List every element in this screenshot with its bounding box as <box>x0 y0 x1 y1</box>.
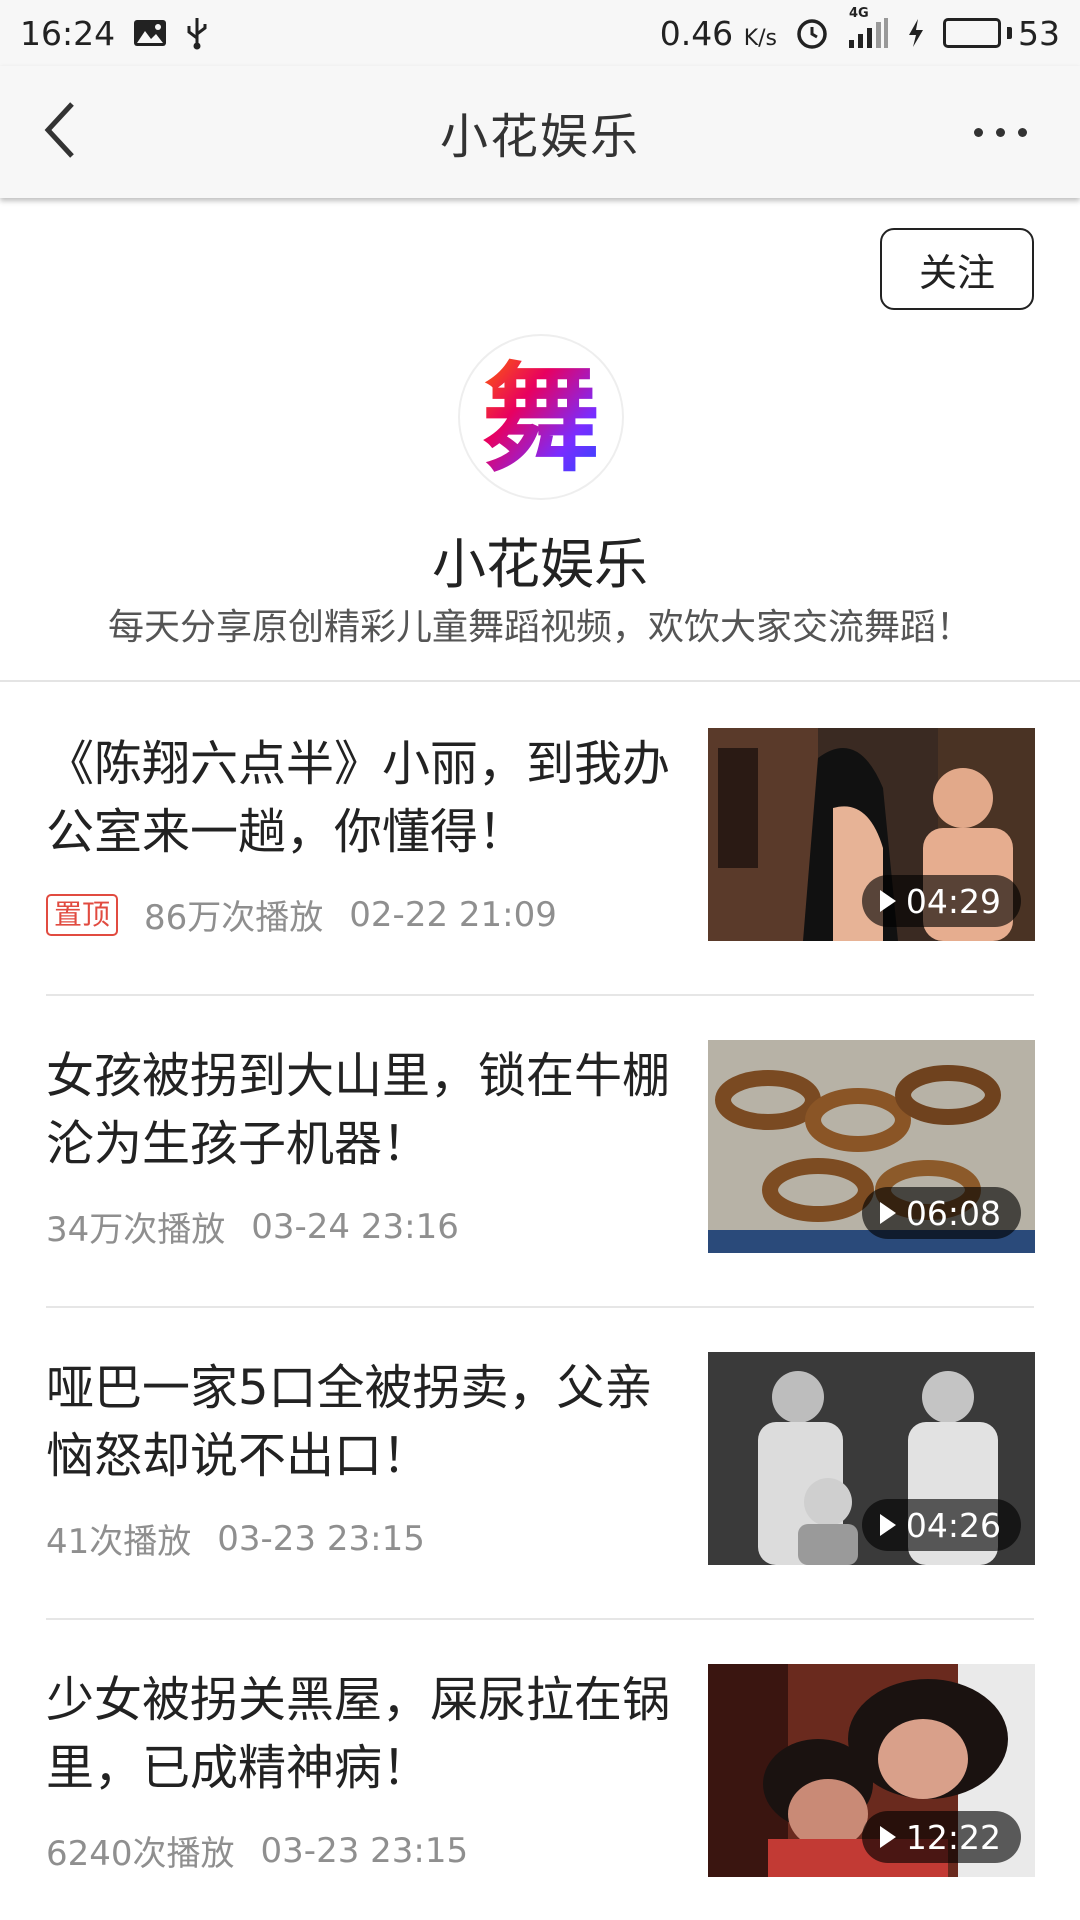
play-icon <box>879 1826 896 1848</box>
more-dots-icon <box>973 127 983 137</box>
battery-level: 53 <box>1018 13 1060 53</box>
video-thumbnail[interactable]: 12:22 <box>708 1664 1035 1877</box>
video-meta: 置顶 86万次播放 02-22 21:09 <box>46 890 557 939</box>
network-speed-unit: K/s <box>743 25 777 51</box>
video-duration: 06:08 <box>861 1187 1021 1239</box>
play-count: 6240次播放 <box>46 1834 235 1874</box>
play-count: 34万次播放 <box>46 1210 226 1250</box>
channel-name: 小花娱乐 <box>432 533 648 596</box>
video-meta: 6240次播放 03-23 23:15 <box>46 1826 468 1875</box>
image-notification-icon <box>133 19 167 47</box>
play-count: 86万次播放 <box>144 898 324 938</box>
video-thumbnail[interactable]: 04:26 <box>708 1352 1035 1565</box>
publish-date: 02-22 21:09 <box>349 894 557 935</box>
video-title[interactable]: 《陈翔六点半》小丽，到我办公室来一趟，你懂得！ <box>46 730 696 866</box>
battery-shell <box>943 18 1001 48</box>
more-dots-icon <box>1017 127 1027 137</box>
back-button[interactable] <box>40 92 120 172</box>
battery-icon: 53 <box>943 14 1060 53</box>
app-bar: 小花娱乐 <box>0 66 1080 198</box>
usb-icon <box>185 16 209 50</box>
duration-text: 04:29 <box>905 881 1001 921</box>
video-item[interactable]: 少女被拐关黑屋，屎尿拉在锅里，已成精神病！ 6240次播放 03-23 23:1… <box>0 1618 1080 1920</box>
avatar[interactable]: 舞 <box>458 334 624 500</box>
video-item[interactable]: 女孩被拐到大山里，锁在牛棚沦为生孩子机器！ 34万次播放 03-24 23:16… <box>0 994 1080 1306</box>
video-item[interactable]: 哑巴一家5口全被拐卖，父亲恼怒却说不出口！ 41次播放 03-23 23:15 … <box>0 1306 1080 1618</box>
channel-description: 每天分享原创精彩儿童舞蹈视频，欢饮大家交流舞蹈！ <box>107 607 972 648</box>
avatar-logo: 舞 <box>482 350 600 488</box>
video-meta: 41次播放 03-23 23:15 <box>46 1514 425 1563</box>
video-meta: 34万次播放 03-24 23:16 <box>46 1202 459 1251</box>
channel-profile: 关注 舞 小花娱乐 每天分享原创精彩儿童舞蹈视频，欢饮大家交流舞蹈！ <box>0 200 1080 680</box>
video-item[interactable]: 《陈翔六点半》小丽，到我办公室来一趟，你懂得！ 置顶 86万次播放 02-22 … <box>0 682 1080 994</box>
charging-icon <box>907 18 925 48</box>
network-speed: 0.46 K/s <box>660 14 777 53</box>
video-list: 《陈翔六点半》小丽，到我办公室来一趟，你懂得！ 置顶 86万次播放 02-22 … <box>0 682 1080 1920</box>
play-icon <box>879 890 896 912</box>
alarm-icon <box>795 16 829 50</box>
video-title[interactable]: 哑巴一家5口全被拐卖，父亲恼怒却说不出口！ <box>46 1354 696 1490</box>
avatar-glyph: 舞 <box>482 350 600 488</box>
status-bar: 16:24 0.46 K/s 4G 53 <box>0 0 1080 66</box>
more-button[interactable] <box>960 92 1040 172</box>
duration-text: 12:22 <box>905 1817 1001 1857</box>
video-thumbnail[interactable]: 04:29 <box>708 728 1035 941</box>
play-count: 41次播放 <box>46 1522 192 1562</box>
network-type: 4G <box>849 6 869 21</box>
video-thumbnail[interactable]: 06:08 <box>708 1040 1035 1253</box>
publish-date: 03-23 23:15 <box>217 1518 425 1559</box>
publish-date: 03-23 23:15 <box>260 1830 469 1871</box>
play-icon <box>879 1514 896 1536</box>
duration-text: 04:26 <box>905 1505 1001 1545</box>
duration-text: 06:08 <box>905 1193 1001 1233</box>
signal-icon: 4G <box>847 6 889 50</box>
video-duration: 04:26 <box>861 1499 1021 1551</box>
more-dots-icon <box>995 127 1005 137</box>
network-speed-value: 0.46 <box>659 13 734 53</box>
page-title: 小花娱乐 <box>439 109 640 165</box>
video-duration: 12:22 <box>861 1811 1021 1863</box>
video-duration: 04:29 <box>861 875 1021 927</box>
publish-date: 03-24 23:16 <box>251 1206 459 1247</box>
chevron-left-icon <box>40 98 80 166</box>
video-title[interactable]: 女孩被拐到大山里，锁在牛棚沦为生孩子机器！ <box>46 1042 696 1178</box>
video-title[interactable]: 少女被拐关黑屋，屎尿拉在锅里，已成精神病！ <box>46 1666 696 1802</box>
battery-tip <box>1007 27 1012 39</box>
play-icon <box>879 1202 896 1224</box>
pinned-badge: 置顶 <box>46 893 119 936</box>
follow-button[interactable]: 关注 <box>880 228 1034 310</box>
status-time: 16:24 <box>20 13 116 53</box>
